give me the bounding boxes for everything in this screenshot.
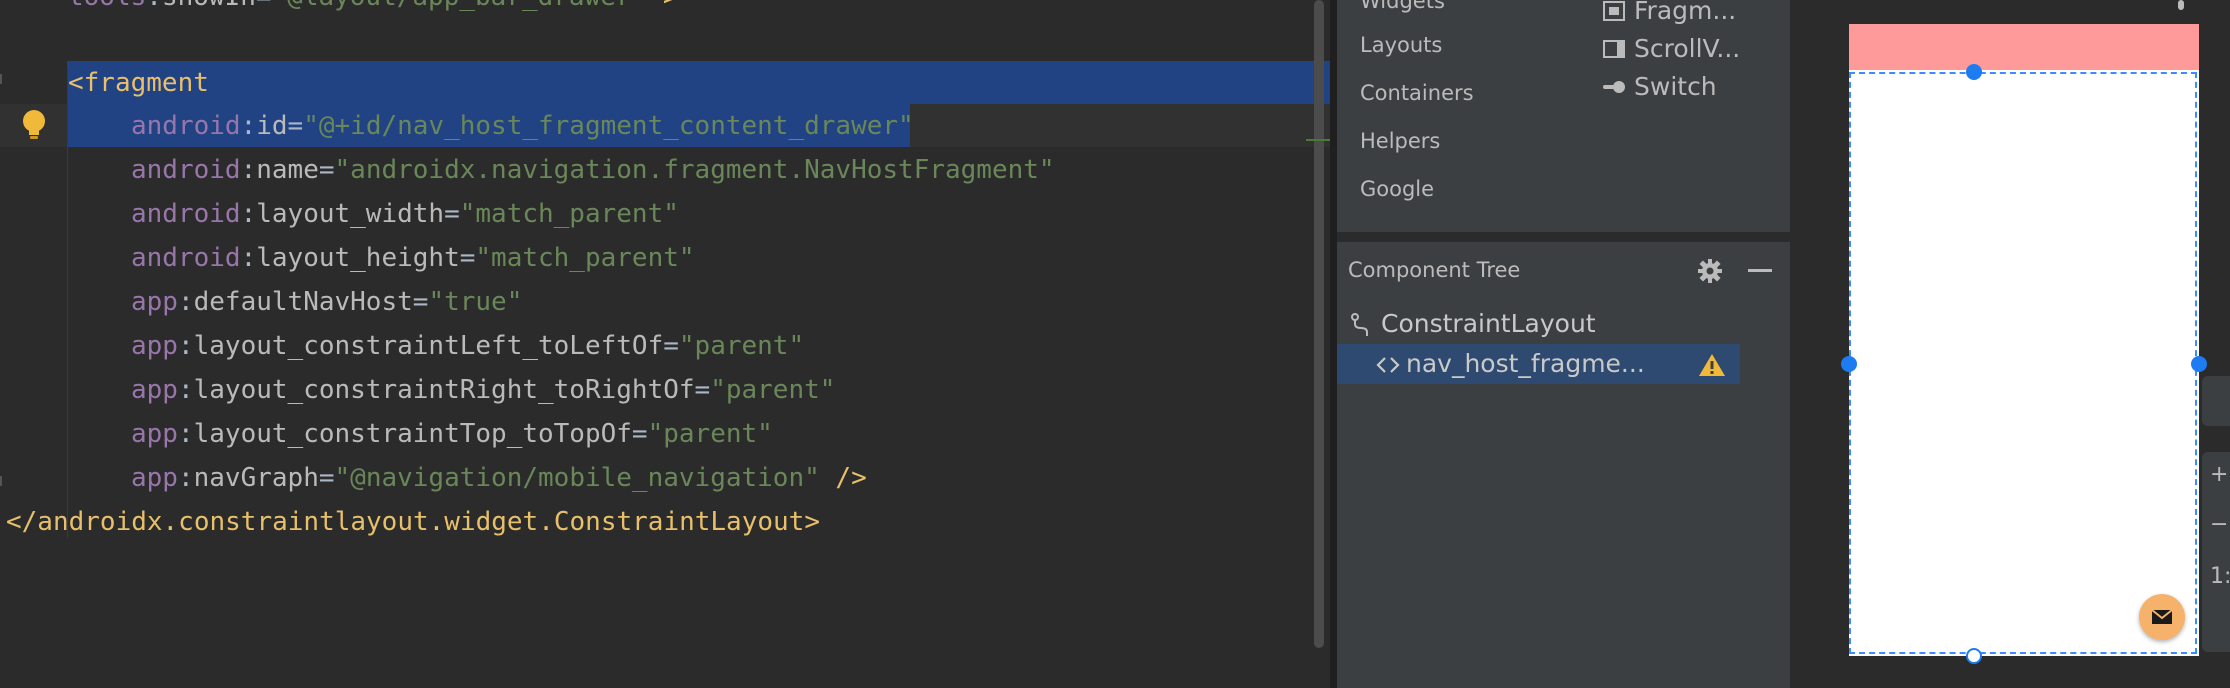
palette-item-label: ScrollV... <box>1634 34 1741 63</box>
component-tree-header: Component Tree <box>1337 242 1790 299</box>
constraint-layout-icon <box>1351 313 1368 336</box>
selected-component-outline[interactable] <box>1849 72 2197 654</box>
palette-item-switch[interactable]: Switch <box>1602 72 1717 101</box>
tree-side-gutter <box>1740 299 1790 688</box>
palette-item-fragment[interactable]: Fragm... <box>1602 0 1736 25</box>
code-line: app:navGraph="@navigation/mobile_navigat… <box>131 463 867 493</box>
change-marker <box>1306 139 1332 141</box>
resize-handle-right[interactable] <box>2191 356 2207 372</box>
text-selection <box>67 61 1330 104</box>
more-icon[interactable] <box>2178 0 2184 10</box>
palette-item-scrollview[interactable]: ScrollV... <box>1602 34 1740 63</box>
component-tree: ConstraintLayout nav_host_fragme... <box>1337 299 1740 688</box>
tree-row-label: ConstraintLayout <box>1381 309 1596 338</box>
fragment-icon <box>1603 0 1625 21</box>
switch-icon <box>1603 80 1625 93</box>
palette-category-layouts[interactable]: Layouts <box>1360 33 1442 57</box>
design-surface[interactable]: + − 1: <box>1790 0 2230 688</box>
tree-row-label: nav_host_fragme... <box>1406 349 1645 378</box>
panel-divider[interactable] <box>1330 0 1337 688</box>
tree-row-constraintlayout[interactable]: ConstraintLayout <box>1337 304 1740 344</box>
tree-row-nav-host-fragment[interactable]: nav_host_fragme... <box>1337 344 1740 384</box>
device-preview[interactable] <box>1841 24 2207 664</box>
pan-button[interactable] <box>2202 376 2230 426</box>
panel-gap <box>1337 232 1790 242</box>
code-line: app:defaultNavHost="true" <box>131 287 523 317</box>
zoom-actual-button[interactable]: 1: <box>2210 564 2230 589</box>
code-line: app:layout_constraintTop_toTopOf="parent… <box>131 419 773 449</box>
minimize-icon[interactable] <box>1748 269 1772 272</box>
zoom-out-button[interactable]: − <box>2210 512 2228 537</box>
zoom-in-button[interactable]: + <box>2210 462 2228 487</box>
gear-icon[interactable] <box>1697 258 1723 284</box>
palette-item-label: Fragm... <box>1634 0 1737 25</box>
resize-handle-bottom[interactable] <box>1966 648 1982 664</box>
warning-icon[interactable] <box>1697 352 1727 378</box>
code-line-closing-tag: </androidx.constraintlayout.widget.Const… <box>6 507 820 537</box>
code-line: android:name="androidx.navigation.fragme… <box>131 155 1055 185</box>
mail-icon <box>2151 609 2173 624</box>
resize-handle-top[interactable] <box>1966 64 1982 80</box>
code-line: android:layout_height="match_parent" <box>131 243 695 273</box>
editor-scrollbar[interactable] <box>1314 0 1324 648</box>
palette-category-containers[interactable]: Containers <box>1360 81 1474 105</box>
palette-categories: Widgets Layouts Containers Helpers Googl… <box>1337 0 1587 232</box>
fab-preview <box>2139 594 2185 640</box>
resize-handle-left[interactable] <box>1841 356 1857 372</box>
palette-category-helpers[interactable]: Helpers <box>1360 129 1440 153</box>
code-line: app:layout_constraintRight_toRightOf="pa… <box>131 375 836 405</box>
code-line: android:id="@+id/nav_host_fragment_conte… <box>131 111 914 141</box>
app-bar-preview <box>1849 24 2199 70</box>
code-line-partial: tools:showIn="@layout/app_bar_drawer" > <box>0 0 679 19</box>
code-brackets-icon <box>1376 357 1400 373</box>
code-line: app:layout_constraintLeft_toLeftOf="pare… <box>131 331 805 361</box>
palette-item-label: Switch <box>1634 72 1717 101</box>
code-line: android:layout_width="match_parent" <box>131 199 679 229</box>
code-line-fragment-open: <fragment <box>68 68 209 98</box>
palette-category-google[interactable]: Google <box>1360 177 1434 201</box>
palette-items: Fragm... ScrollV... Switch <box>1602 0 1790 232</box>
palette-panel: Widgets Layouts Containers Helpers Googl… <box>1337 0 1790 232</box>
component-tree-title: Component Tree <box>1348 258 1521 282</box>
palette-category-widgets[interactable]: Widgets <box>1360 0 1445 13</box>
scrollview-icon <box>1603 39 1625 58</box>
code-editor[interactable]: tools:showIn="@layout/app_bar_drawer" > … <box>0 0 1332 688</box>
